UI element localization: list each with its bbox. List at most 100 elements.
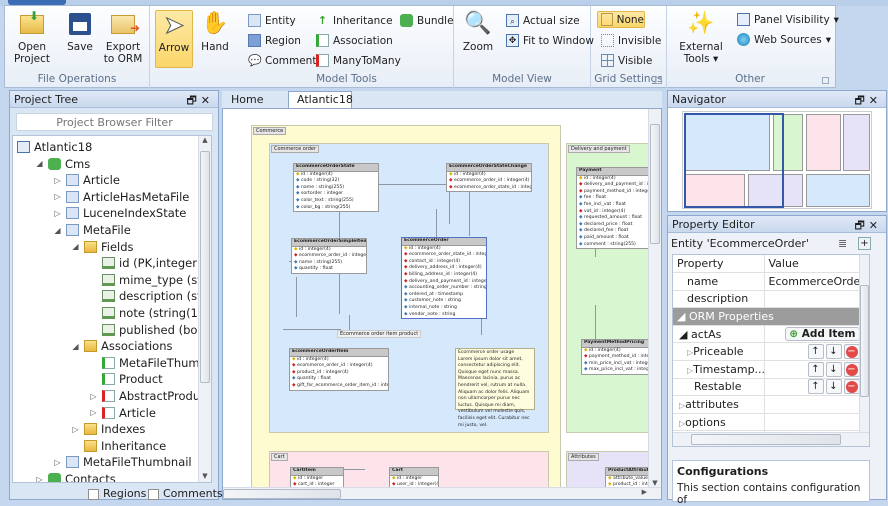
tree-item[interactable]: Inheritance [71,438,166,454]
scrollbar-thumb[interactable] [223,489,341,499]
web-sources-button[interactable]: Web Sources ▾ [737,31,831,48]
move-up-button[interactable]: ↑ [807,379,824,395]
tree-item[interactable]: ▷ ArticleHasMetaFile [53,189,189,205]
tree-item[interactable]: mime_type (st... [89,272,211,288]
navigator-thumbnail[interactable] [682,111,872,209]
panel-controls[interactable]: 🗗✕ [854,92,882,111]
region-tool-button[interactable]: Region [248,32,301,49]
expand-arrow-icon[interactable]: ▷ [53,192,62,201]
panel-controls[interactable]: 🗗✕ [854,217,882,236]
tab-atlantic18[interactable]: Atlantic18 [288,91,353,108]
move-down-button[interactable]: ↓ [825,361,842,377]
tree-item[interactable]: ▷ Indexes [71,421,145,437]
property-value[interactable] [764,290,862,309]
scroll-down-arrow[interactable]: ▼ [649,479,661,487]
external-tools-button[interactable]: ✨ External Tools ▾ [679,10,723,66]
property-grid-scrollbar[interactable] [859,255,869,433]
expand-arrow-icon[interactable]: ▷ [35,475,44,483]
entity-tool-button[interactable]: Entity [248,12,296,29]
tree-item[interactable]: ▷ AbstractProduct [89,388,211,404]
expand-arrow-icon[interactable]: ▷ [53,458,62,467]
tree-item[interactable]: ▷ MetaFileThumbnail [53,454,191,470]
canvas-horizontal-scrollbar[interactable]: ▶ [223,487,661,499]
comments-checkbox[interactable]: Comments [148,487,223,500]
tree-item[interactable]: ▷ Article [53,172,119,188]
tree-item[interactable]: MetaFileThum... [89,355,211,371]
project-browser-filter-input[interactable] [16,113,213,131]
expand-arrow-icon[interactable]: ▷ [89,392,98,401]
section-orm-properties[interactable]: ◢ ORM Properties [673,307,862,326]
move-down-button[interactable]: ↓ [825,344,842,360]
tree-item[interactable]: note (string(10... [89,305,211,321]
tree-item[interactable]: ◢ MetaFile [53,222,130,238]
navigator-viewport[interactable] [684,113,784,208]
fit-to-window-button[interactable]: ✥ Fit to Window [506,32,594,49]
expand-arrow-icon[interactable]: ▷ [71,425,80,434]
scrollbar-thumb[interactable] [860,285,869,397]
bundle-tool-button[interactable]: Bundle [400,12,454,29]
save-button[interactable]: Save [63,10,97,53]
tree-item[interactable]: description (st... [89,288,211,304]
expand-arrow-icon[interactable]: ▷ [89,408,98,417]
grid-visible-button[interactable]: Visible [601,52,652,69]
tree-item[interactable]: published (bo... [89,322,208,338]
zoom-button[interactable]: 🔍 Zoom [460,10,496,54]
property-value[interactable]: EcommerceOrder [764,272,862,291]
act-item-row[interactable]: Restable ↑ ↓ − [673,378,862,397]
property-row-description[interactable]: description [673,290,862,309]
expand-arrow-icon[interactable]: ◢ [71,242,80,251]
scroll-up-arrow[interactable]: ▲ [199,136,211,144]
open-project-button[interactable]: ⬇ Open Project [13,10,51,66]
property-row-options[interactable]: ▷options [673,413,862,432]
expand-all-icon[interactable]: + [858,237,871,250]
act-item-row[interactable]: ▷Timestamp... ↑ ↓ − [673,360,862,379]
entity-box[interactable]: EcommerceOrderSimpleItemid : integer(4)e… [291,238,367,274]
tab-home[interactable]: Home Tab [225,92,285,119]
expand-arrow-icon[interactable]: ◢ [53,226,62,235]
regions-checkbox[interactable]: Regions [88,487,146,500]
act-item-row[interactable]: ▷Priceable ↑ ↓ − [673,342,862,362]
panel-visibility-button[interactable]: Panel Visibility ▾ [737,11,839,28]
entity-box[interactable]: EcommerceOrderStateid : integer(4)code :… [293,163,379,213]
tree-scrollbar[interactable]: ▲ ▼ [198,136,211,482]
expand-arrow-icon[interactable]: ◢ [35,159,44,168]
export-to-orm-button[interactable]: ➜ Export to ORM [103,10,143,65]
tree-item[interactable]: ◢ Cms [35,156,90,172]
entity-box[interactable]: Paymentid : integer(4)delivery_and_payme… [576,167,656,250]
property-row-actas[interactable]: ◢ actAs ⊕ Add Item [673,325,862,344]
expand-arrow-icon[interactable]: ◢ [71,342,80,351]
move-up-button[interactable]: ↑ [807,361,824,377]
tree-item[interactable]: ▷ LuceneIndexState [53,205,186,221]
other-launcher[interactable] [822,77,829,84]
remove-button[interactable]: − [843,361,860,377]
property-row-attributes[interactable]: ▷attributes [673,395,862,414]
diagram-canvas[interactable]: Commerce Commerce order Delivery and payme… [222,108,662,500]
actual-size-button[interactable]: ⌕ Actual size [506,12,580,29]
remove-button[interactable]: − [843,344,860,360]
expand-arrow-icon[interactable]: ▷ [53,209,62,218]
entity-box[interactable]: PaymentMethodPricingid : integer(4)payme… [581,339,656,375]
hand-tool-button[interactable]: ✋ Hand [198,10,232,54]
scroll-down-arrow[interactable]: ▼ [199,472,211,480]
add-item-button[interactable]: ⊕ Add Item [785,327,860,342]
panel-controls[interactable]: 🗗✕ [186,92,214,111]
move-down-button[interactable]: ↓ [825,379,842,395]
comment-note[interactable]: Ecommerce order usage Lorem ipsum dolor s… [455,348,535,428]
comment-tool-button[interactable]: 💬 Comment [248,52,316,69]
remove-button[interactable]: − [843,379,860,395]
property-grid-horizontal-scrollbar[interactable] [673,432,869,446]
entity-box[interactable]: EcommerceOrderItemid : integer(4)ecommer… [289,348,389,391]
tree-item[interactable]: Atlantic18 [17,139,92,155]
scrollbar-thumb[interactable] [691,434,841,445]
scrollbar-thumb[interactable] [650,124,660,244]
arrow-tool-button[interactable]: ➤ Arrow [155,10,193,68]
tree-item[interactable]: ▷ Article [89,405,155,421]
inheritance-tool-button[interactable]: ↑ Inheritance [316,12,393,29]
property-row-name[interactable]: name EcommerceOrder [673,272,862,291]
expand-arrow-icon[interactable]: ▷ [53,176,62,185]
tree-item[interactable]: ▷ Contacts [35,471,116,483]
tree-item[interactable]: ◢ Fields [71,239,133,255]
move-up-button[interactable]: ↑ [807,344,824,360]
scroll-right-arrow[interactable]: ▶ [642,488,647,496]
grid-invisible-button[interactable]: Invisible [601,32,661,49]
